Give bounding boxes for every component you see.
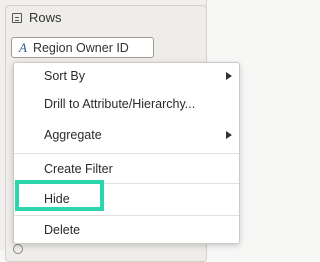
region-owner-id-field-pill[interactable]: A Region Owner ID [11, 37, 154, 58]
menu-item-delete[interactable]: Delete [14, 218, 239, 242]
rows-icon [12, 12, 22, 23]
menu-item-drill[interactable]: Drill to Attribute/Hierarchy... [14, 92, 239, 116]
menu-item-sort-by[interactable]: Sort By [14, 64, 239, 88]
menu-item-create-filter[interactable]: Create Filter [14, 157, 239, 181]
menu-item-label: Drill to Attribute/Hierarchy... [44, 97, 196, 111]
circle-icon [13, 244, 23, 254]
menu-item-label: Sort By [44, 69, 85, 83]
rows-section-header: Rows [12, 10, 62, 25]
attribute-type-icon: A [19, 39, 27, 55]
menu-item-aggregate[interactable]: Aggregate [14, 123, 239, 147]
menu-separator [14, 153, 239, 154]
hide-highlight-box [15, 180, 104, 211]
field-context-menu: Sort By Drill to Attribute/Hierarchy... … [13, 62, 240, 244]
field-pill-label: Region Owner ID [32, 40, 129, 55]
rows-section-title: Rows [29, 10, 62, 25]
menu-item-label: Aggregate [44, 128, 102, 142]
submenu-arrow-icon [226, 131, 232, 139]
menu-item-label: Delete [44, 223, 81, 237]
menu-item-label: Create Filter [44, 162, 113, 176]
submenu-arrow-icon [226, 72, 232, 80]
menu-separator [14, 215, 239, 216]
